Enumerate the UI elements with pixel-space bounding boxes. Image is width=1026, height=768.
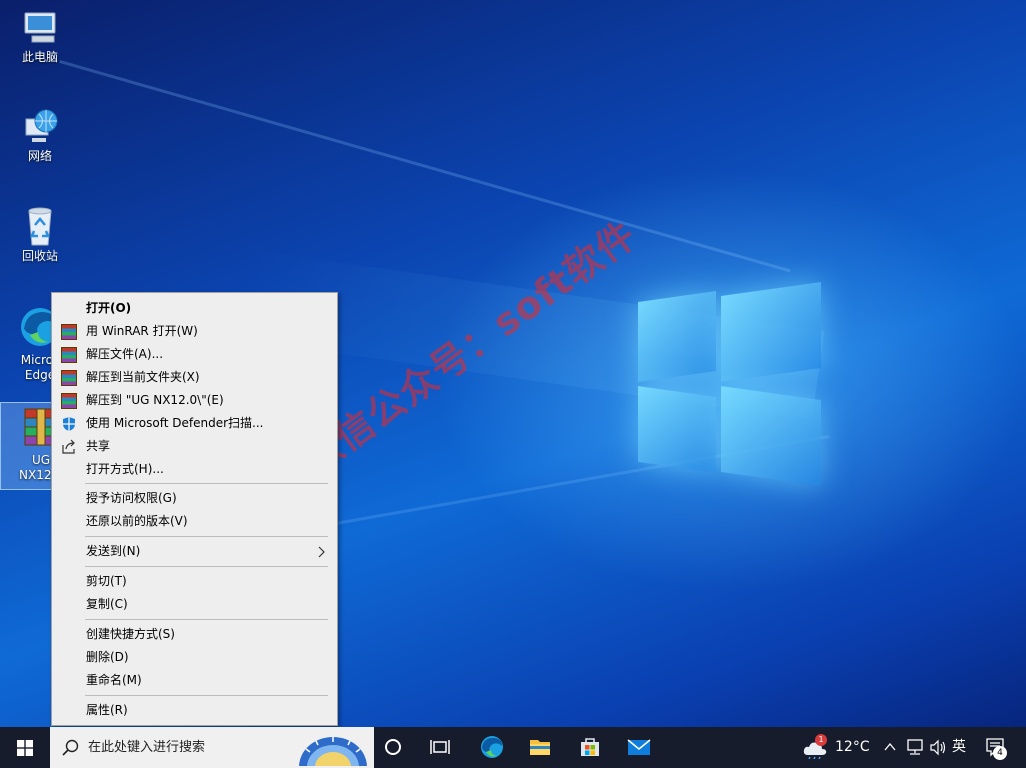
desktop-icon-network[interactable]: 网络 bbox=[0, 107, 80, 173]
menu-item-label: 解压文件(A)... bbox=[86, 347, 164, 361]
desktop-icon-label: 网络 bbox=[27, 149, 52, 163]
logo-pane-top-left bbox=[638, 291, 716, 382]
chevron-up-icon[interactable] bbox=[884, 742, 896, 752]
chevron-right-icon bbox=[318, 546, 325, 558]
computer-icon bbox=[24, 12, 56, 43]
menu-item-label: 解压到当前文件夹(X) bbox=[86, 370, 200, 384]
menu-item-copy[interactable]: 复制(C) bbox=[52, 593, 337, 616]
menu-item-open[interactable]: 打开(O) bbox=[52, 297, 337, 320]
cortana-circle-icon[interactable] bbox=[381, 735, 405, 759]
weather-badge: 1 bbox=[815, 734, 827, 746]
mail-icon[interactable] bbox=[627, 735, 651, 759]
search-highlight-illustration-icon bbox=[299, 737, 367, 766]
file-explorer-icon[interactable] bbox=[528, 735, 552, 759]
temperature-readout[interactable]: 12°C bbox=[835, 727, 870, 768]
menu-item-label: 打开方式(H)... bbox=[86, 462, 164, 476]
taskbar: 在此处键入进行搜索 1 12°C 英 4 bbox=[0, 727, 1026, 768]
menu-item-label: 解压到 "UG NX12.0\"(E) bbox=[86, 393, 224, 407]
menu-item-open-with-winrar[interactable]: 用 WinRAR 打开(W) bbox=[52, 320, 337, 343]
menu-item-delete[interactable]: 删除(D) bbox=[52, 646, 337, 669]
notification-badge: 4 bbox=[993, 746, 1007, 760]
microsoft-store-icon[interactable] bbox=[578, 735, 602, 759]
menu-item-label: 打开(O) bbox=[86, 301, 132, 315]
menu-separator bbox=[85, 536, 328, 537]
share-icon bbox=[62, 439, 75, 454]
context-menu: 打开(O) 用 WinRAR 打开(W) 解压文件(A)... 解压到当前文件夹… bbox=[51, 292, 338, 726]
menu-item-defender-scan[interactable]: 使用 Microsoft Defender扫描... bbox=[52, 412, 337, 435]
menu-separator bbox=[85, 619, 328, 620]
desktop-icon-this-pc[interactable]: 此电脑 bbox=[0, 8, 80, 74]
menu-item-properties[interactable]: 属性(R) bbox=[52, 699, 337, 722]
menu-item-share[interactable]: 共享 bbox=[52, 435, 337, 458]
ime-language-indicator[interactable]: 英 bbox=[952, 727, 966, 768]
search-icon bbox=[62, 739, 79, 756]
logo-pane-bottom-left bbox=[638, 386, 716, 473]
winrar-icon bbox=[61, 393, 77, 409]
menu-item-label: 创建快捷方式(S) bbox=[86, 627, 175, 641]
task-view-icon[interactable] bbox=[428, 735, 452, 759]
menu-separator bbox=[85, 483, 328, 484]
menu-item-label: 属性(R) bbox=[86, 703, 128, 717]
menu-item-extract-here[interactable]: 解压到当前文件夹(X) bbox=[52, 366, 337, 389]
menu-item-extract-to-folder[interactable]: 解压到 "UG NX12.0\"(E) bbox=[52, 389, 337, 412]
menu-item-label: 使用 Microsoft Defender扫描... bbox=[86, 416, 264, 430]
start-button[interactable] bbox=[0, 727, 50, 768]
menu-item-label: 共享 bbox=[86, 439, 111, 453]
menu-item-label: 授予访问权限(G) bbox=[86, 491, 177, 505]
desktop-icon-label: 回收站 bbox=[21, 249, 58, 263]
menu-item-label: 用 WinRAR 打开(W) bbox=[86, 324, 198, 338]
desktop-icon-recycle-bin[interactable]: 回收站 bbox=[0, 205, 80, 273]
logo-pane-top-right bbox=[721, 281, 821, 382]
edge-icon[interactable] bbox=[480, 735, 504, 759]
menu-item-send-to[interactable]: 发送到(N) bbox=[52, 540, 337, 563]
menu-item-give-access[interactable]: 授予访问权限(G) bbox=[52, 487, 337, 510]
menu-item-restore-versions[interactable]: 还原以前的版本(V) bbox=[52, 510, 337, 533]
menu-item-label: 复制(C) bbox=[86, 597, 128, 611]
winrar-icon bbox=[61, 324, 77, 340]
menu-item-label: 删除(D) bbox=[86, 650, 129, 664]
search-placeholder: 在此处键入进行搜索 bbox=[88, 740, 206, 755]
menu-item-label: 重命名(M) bbox=[86, 673, 142, 687]
menu-separator bbox=[85, 695, 328, 696]
menu-item-create-shortcut[interactable]: 创建快捷方式(S) bbox=[52, 623, 337, 646]
menu-item-cut[interactable]: 剪切(T) bbox=[52, 570, 337, 593]
network-icon[interactable] bbox=[906, 739, 924, 756]
windows-start-icon bbox=[17, 740, 33, 756]
taskbar-search-box[interactable]: 在此处键入进行搜索 bbox=[50, 727, 374, 768]
light-beam bbox=[59, 60, 791, 273]
logo-pane-bottom-right bbox=[721, 386, 821, 487]
notification-count: 4 bbox=[997, 748, 1003, 758]
weather-badge-count: 1 bbox=[818, 735, 824, 744]
menu-item-label: 剪切(T) bbox=[86, 574, 127, 588]
winrar-icon bbox=[61, 370, 77, 386]
volume-icon[interactable] bbox=[929, 739, 947, 756]
recycle-bin-icon bbox=[28, 207, 52, 246]
defender-shield-icon bbox=[63, 417, 75, 431]
desktop-icon-label: 此电脑 bbox=[21, 50, 58, 64]
menu-item-open-with[interactable]: 打开方式(H)... bbox=[52, 458, 337, 481]
menu-item-extract-files[interactable]: 解压文件(A)... bbox=[52, 343, 337, 366]
menu-item-label: 还原以前的版本(V) bbox=[86, 514, 188, 528]
network-globe-icon bbox=[25, 109, 58, 142]
menu-item-rename[interactable]: 重命名(M) bbox=[52, 669, 337, 692]
menu-separator bbox=[85, 566, 328, 567]
winrar-icon bbox=[61, 347, 77, 363]
menu-item-label: 发送到(N) bbox=[86, 544, 141, 558]
